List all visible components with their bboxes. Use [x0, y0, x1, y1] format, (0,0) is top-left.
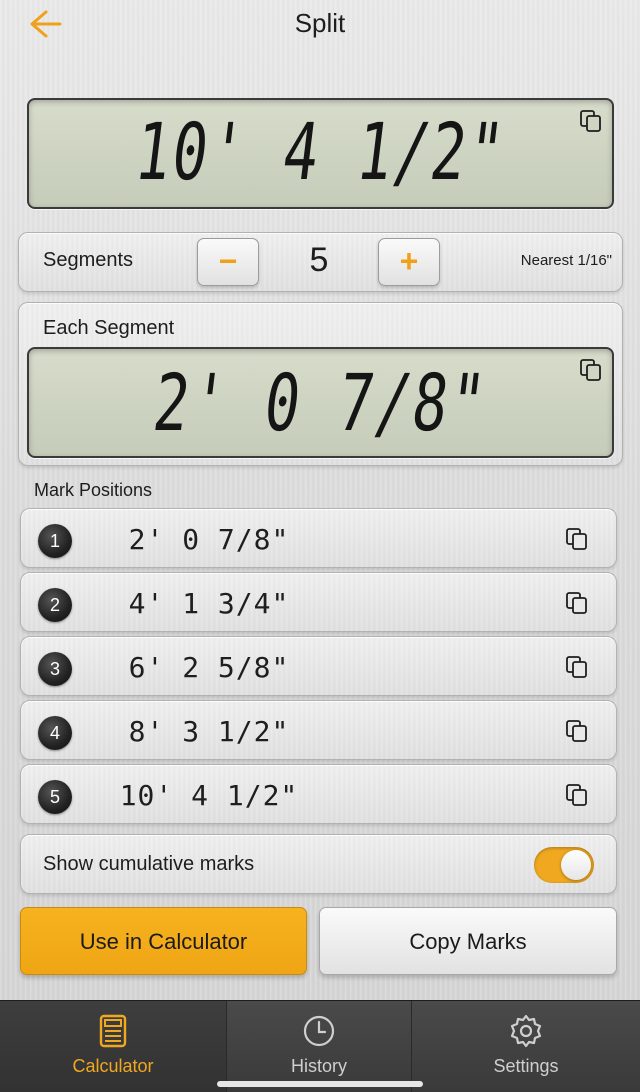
copy-icon[interactable]	[564, 718, 590, 744]
mark-row[interactable]: 1 2' 0 7/8"	[20, 508, 617, 568]
increment-button[interactable]: +	[378, 238, 440, 286]
segment-count: 5	[309, 241, 329, 279]
home-indicator	[217, 1081, 423, 1087]
tab-bar: Calculator History Settings	[0, 1000, 640, 1092]
copy-marks-button[interactable]: Copy Marks	[319, 907, 617, 975]
tab-calculator[interactable]: Calculator	[0, 1001, 226, 1092]
mark-number-badge: 4	[38, 716, 72, 750]
cumulative-toggle-row: Show cumulative marks	[20, 834, 617, 894]
mark-row[interactable]: 2 4' 1 3/4"	[20, 572, 617, 632]
total-display: 10' 4 1/2"	[27, 98, 614, 209]
copy-icon[interactable]	[564, 590, 590, 616]
gear-icon	[510, 1014, 542, 1048]
mark-positions-label: Mark Positions	[34, 480, 153, 500]
mark-value: 10' 4 1/2"	[119, 779, 299, 812]
each-segment-label: Each Segment	[43, 317, 175, 339]
mark-number-badge: 1	[38, 524, 72, 558]
decrement-button[interactable]: −	[197, 238, 259, 286]
cumulative-toggle-label: Show cumulative marks	[43, 853, 255, 875]
segments-label: Segments	[43, 249, 134, 271]
split-screen: Split 10' 4 1/2" Segments − 5 + Nearest …	[0, 0, 640, 1092]
rounding-label: Nearest 1/16"	[520, 252, 612, 269]
minus-icon: −	[218, 243, 238, 279]
mark-row[interactable]: 4 8' 3 1/2"	[20, 700, 617, 760]
tab-history[interactable]: History	[227, 1001, 411, 1092]
segment-display: 2' 0 7/8"	[27, 347, 614, 458]
mark-row[interactable]: 5 10' 4 1/2"	[20, 764, 617, 824]
use-in-calculator-button[interactable]: Use in Calculator	[20, 907, 307, 975]
segment-value: 2' 0 7/8"	[148, 357, 493, 449]
mark-number-badge: 3	[38, 652, 72, 686]
mark-row[interactable]: 3 6' 2 5/8"	[20, 636, 617, 696]
mark-number-badge: 2	[38, 588, 72, 622]
clock-icon	[303, 1015, 335, 1047]
each-segment-card: Each Segment 2' 0 7/8"	[18, 302, 623, 466]
copy-icon[interactable]	[564, 654, 590, 680]
tab-label: Settings	[493, 1056, 559, 1076]
cumulative-toggle[interactable]	[534, 847, 594, 883]
tab-settings[interactable]: Settings	[412, 1001, 640, 1092]
toggle-knob	[561, 850, 591, 880]
mark-value: 8' 3 1/2"	[128, 715, 290, 748]
mark-value: 4' 1 3/4"	[128, 587, 290, 620]
total-value: 10' 4 1/2"	[130, 106, 511, 198]
tab-label: Calculator	[72, 1056, 154, 1076]
copy-icon[interactable]	[564, 526, 590, 552]
copy-icon[interactable]	[578, 357, 604, 383]
copy-icon[interactable]	[564, 782, 590, 808]
plus-icon: +	[399, 243, 419, 279]
copy-icon[interactable]	[578, 108, 604, 134]
mark-value: 6' 2 5/8"	[128, 651, 290, 684]
header: Split	[0, 0, 640, 50]
mark-number-badge: 5	[38, 780, 72, 814]
calculator-icon	[99, 1014, 127, 1048]
tab-label: History	[290, 1056, 347, 1076]
segments-card: Segments − 5 + Nearest 1/16"	[18, 232, 623, 292]
page-title: Split	[294, 8, 346, 38]
mark-value: 2' 0 7/8"	[128, 523, 290, 556]
